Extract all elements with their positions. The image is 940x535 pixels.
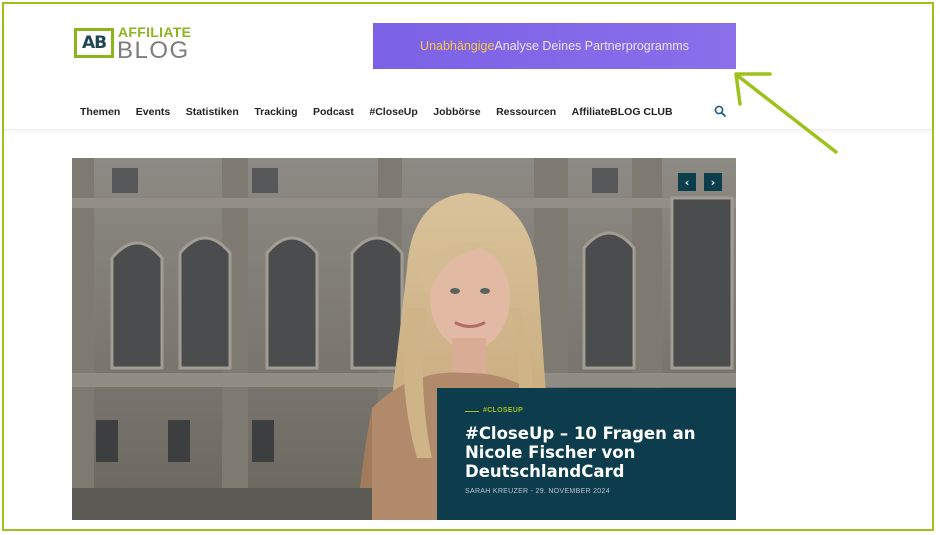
article-meta: SARAH KREUZER - 29. NOVEMBER 2024 bbox=[465, 488, 610, 495]
category-line bbox=[465, 411, 479, 412]
nav-item-ressourcen[interactable]: Ressourcen bbox=[496, 106, 556, 124]
search-icon[interactable] bbox=[714, 105, 726, 117]
logo-mark: AB bbox=[74, 28, 114, 58]
nav-item-jobboerse[interactable]: Jobbörse bbox=[433, 106, 480, 124]
slider-prev-button[interactable]: ‹ bbox=[678, 173, 696, 191]
ad-banner[interactable]: Unabhängige Analyse Deines Partnerprogra… bbox=[373, 23, 736, 69]
nav-item-tracking[interactable]: Tracking bbox=[254, 106, 297, 124]
article-title[interactable]: #CloseUp – 10 Fragen an Nicole Fischer v… bbox=[465, 424, 727, 481]
nav-item-podcast[interactable]: Podcast bbox=[313, 106, 354, 124]
slider-next-button[interactable]: › bbox=[704, 173, 722, 191]
banner-highlight: Unabhängige bbox=[420, 39, 495, 53]
nav-item-closeup[interactable]: #CloseUp bbox=[369, 106, 417, 124]
featured-caption[interactable]: #CLOSEUP #CloseUp – 10 Fragen an Nicole … bbox=[437, 388, 736, 520]
category-tag[interactable]: #CLOSEUP bbox=[483, 407, 523, 414]
nav-item-club[interactable]: AffiliateBLOG CLUB bbox=[572, 106, 673, 124]
nav-item-statistiken[interactable]: Statistiken bbox=[186, 106, 239, 124]
site-logo[interactable]: AB AFFILIATE BLOG bbox=[74, 22, 204, 66]
main-nav: Themen Events Statistiken Tracking Podca… bbox=[80, 106, 688, 124]
nav-item-events[interactable]: Events bbox=[136, 106, 170, 124]
annotation-arrow bbox=[734, 72, 838, 154]
nav-item-themen[interactable]: Themen bbox=[80, 106, 120, 124]
banner-text: Analyse Deines Partnerprogramms bbox=[494, 39, 689, 53]
logo-text-bottom: BLOG bbox=[117, 37, 190, 64]
